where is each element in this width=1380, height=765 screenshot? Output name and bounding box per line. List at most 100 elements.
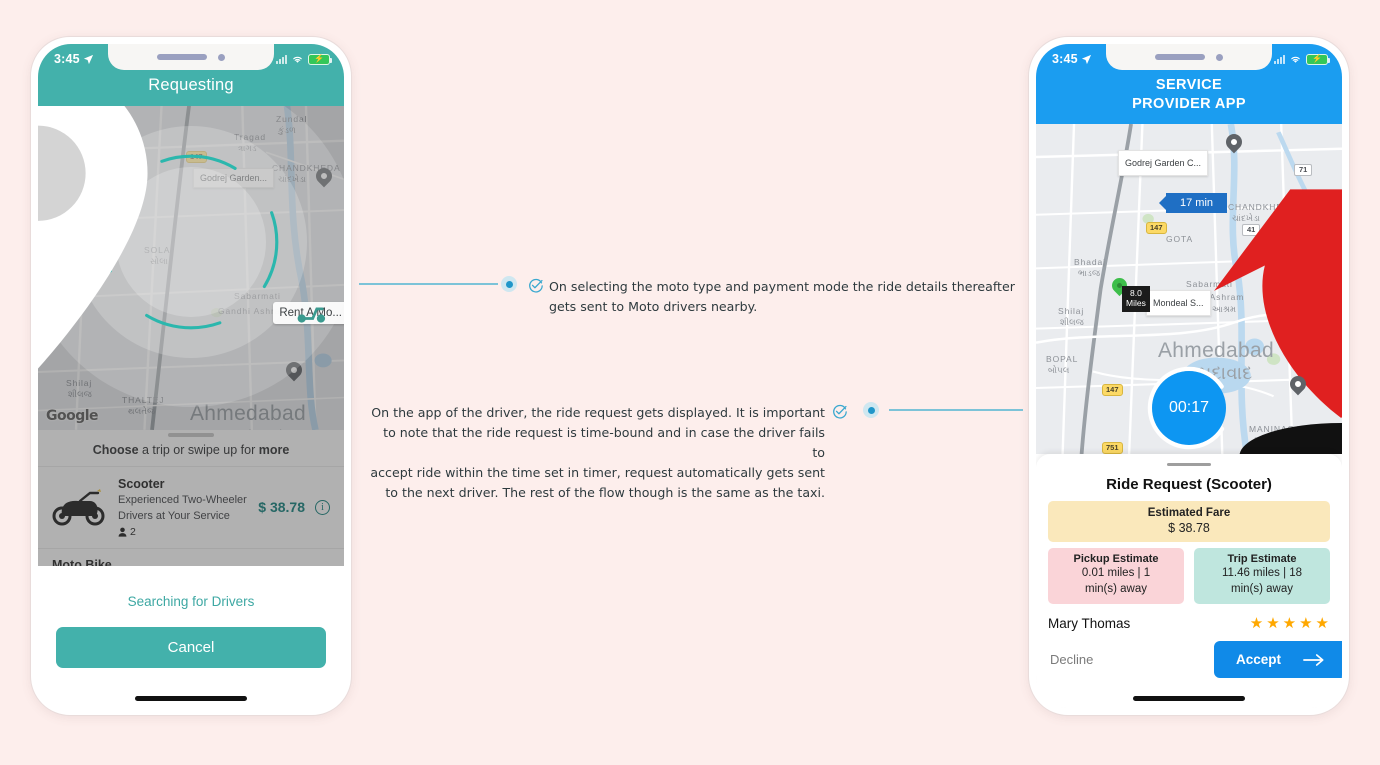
scooter-icon [297, 307, 326, 323]
home-indicator[interactable] [135, 696, 247, 701]
status-bar-left: 3:45 [54, 52, 94, 66]
trip-estimate-label: Trip Estimate [1227, 553, 1297, 566]
ride-option-sub-1: Experienced Two-Wheeler [118, 493, 247, 506]
location-arrow-icon [1081, 54, 1091, 64]
star-icon: ★ [1249, 615, 1265, 632]
star-icon: ★ [1315, 615, 1330, 632]
pickup-estimate-label: Pickup Estimate [1073, 553, 1159, 566]
ride-request-card: Ride Request (Scooter) Estimated Fare $ … [1036, 454, 1342, 708]
star-icon: ★ [1299, 615, 1314, 632]
cellular-signal-icon [276, 54, 287, 64]
app-bar-line-1: SERVICE [1155, 77, 1223, 93]
road-shield: 147 [1146, 222, 1167, 234]
eta-badge: 17 min [1166, 193, 1228, 214]
driver-app-screen: 3:45 ⚡ SERVICE PROVIDER APP CHANDKHEDA B… [1036, 44, 1342, 708]
check-circle-icon [833, 404, 847, 419]
info-icon[interactable]: i [315, 499, 330, 515]
choose-mid: a trip or swipe up for [138, 442, 259, 457]
ride-option-info: Scooter Experienced Two-Wheeler Drivers … [118, 477, 248, 538]
estimated-fare-label: Estimated Fare [1147, 507, 1231, 520]
countdown-value: 00:17 [1152, 371, 1226, 446]
star-icon: ★ [1282, 615, 1298, 632]
battery-charging-icon: ⚡ [308, 53, 332, 65]
front-camera [218, 53, 225, 61]
status-time: 3:45 [54, 52, 80, 66]
ride-option-capacity: 2 [118, 526, 248, 538]
rider-footer: Searching for Drivers Cancel [38, 566, 344, 708]
annotation-1-connector-line [359, 283, 498, 285]
annotation-2-line-1: On the app of the driver, the ride reque… [371, 405, 825, 420]
scooter-illustration [52, 489, 105, 526]
action-row: Decline Accept [1036, 632, 1342, 678]
location-pin-marker [38, 106, 148, 369]
estimated-fare-box: Estimated Fare $ 38.78 [1048, 501, 1330, 543]
rider-map[interactable]: Zundal Tragad CHANDKHEDA Bhadaj SOLA THA… [38, 106, 344, 430]
trip-estimate-value-1: 11.46 miles | 18 [1221, 567, 1303, 580]
annotation-1-dot [501, 276, 517, 292]
screenshot-canvas: 3:45 ⚡ Requesting Zundal Tragad CHANDKHE… [0, 0, 1380, 765]
left-app-bar: Requesting [38, 74, 344, 106]
location-arrow-icon [83, 54, 93, 64]
annotation-1-line-1: On selecting the moto type and payment m… [549, 279, 1015, 294]
annotation-2-dot [863, 402, 879, 418]
drag-handle[interactable] [168, 432, 214, 437]
rider-app-screen: 3:45 ⚡ Requesting Zundal Tragad CHANDKHE… [38, 44, 344, 708]
ride-option-price: $ 38.78 [258, 499, 305, 516]
check-circle-icon [529, 278, 543, 293]
ride-option-next-partial[interactable]: Moto Bike [38, 548, 344, 566]
accept-button[interactable]: Accept [1214, 641, 1342, 678]
right-app-bar: SERVICE PROVIDER APP [1036, 74, 1342, 125]
front-camera [1216, 53, 1223, 61]
status-bar-right: ⚡ [1274, 53, 1330, 65]
countdown-timer: 00:17 [1147, 366, 1231, 450]
annotation-2-line-2: to note that the ride request is time-bo… [383, 424, 825, 460]
trip-estimate-box: Trip Estimate 11.46 miles | 18 min(s) aw… [1194, 548, 1330, 604]
trip-estimate-value-2: min(s) away [1231, 583, 1293, 596]
rider-app-phone-mockup: 3:45 ⚡ Requesting Zundal Tragad CHANDKHE… [30, 36, 352, 716]
pickup-estimate-box: Pickup Estimate 0.01 miles | 1 min(s) aw… [1048, 548, 1184, 604]
driver-name: Mary Thomas [1048, 615, 1131, 631]
searching-status: Searching for Drivers [127, 594, 255, 609]
distance-badge: 8.0 Miles [1122, 286, 1150, 312]
road-shield: 147 [1102, 384, 1123, 396]
app-bar-line-2: PROVIDER APP [1132, 95, 1246, 112]
driver-map[interactable]: CHANDKHEDA Bhadaj GOTA Sabarmati Gandhi … [1036, 124, 1342, 455]
status-time: 3:45 [1052, 52, 1078, 66]
choose-trip-row: Choose a trip or swipe up for more [38, 429, 344, 466]
battery-charging-icon: ⚡ [1306, 53, 1330, 65]
annotation-1-line-2: gets sent to Moto drivers nearby. [549, 298, 758, 314]
ride-option-title: Scooter [118, 476, 165, 491]
pickup-estimate-value-2: min(s) away [1085, 583, 1147, 596]
ride-request-title: Ride Request (Scooter) [1106, 476, 1272, 494]
pickup-estimate-value-1: 0.01 miles | 1 [1081, 567, 1151, 580]
annotation-2-text: On the app of the driver, the ride reque… [370, 403, 825, 502]
phone-notch [108, 44, 274, 70]
phone-notch [1106, 44, 1272, 70]
star-icon: ★ [1266, 615, 1281, 632]
choose-suffix: more [258, 442, 290, 457]
distance-unit: Miles [1126, 297, 1146, 308]
road-shield: 751 [1102, 442, 1123, 454]
cancel-button[interactable]: Cancel [56, 627, 326, 668]
earpiece-speaker [1155, 54, 1205, 60]
earpiece-speaker [157, 54, 207, 60]
annotation-2-line-4: to the next driver. The rest of the flow… [385, 484, 825, 500]
decline-button[interactable]: Decline [1050, 652, 1093, 667]
annotation-1-text: On selecting the moto type and payment m… [549, 277, 1019, 317]
annotation-2-connector-line [889, 409, 1023, 411]
capacity-count: 2 [130, 526, 136, 538]
home-indicator[interactable] [1133, 696, 1245, 701]
status-bar-left: 3:45 [1052, 52, 1092, 66]
accept-label: Accept [1236, 652, 1282, 667]
rent-a-moto-chip[interactable]: Rent A Mo... [273, 302, 344, 324]
estimates-row: Pickup Estimate 0.01 miles | 1 min(s) aw… [1048, 548, 1330, 604]
ride-options-sheet: Choose a trip or swipe up for more Scoot… [38, 429, 344, 566]
rating-stars: ★ ★ ★ ★ ★ [1250, 614, 1330, 632]
ride-option-scooter[interactable]: Scooter Experienced Two-Wheeler Drivers … [38, 465, 344, 548]
estimated-fare-value: $ 38.78 [1168, 521, 1210, 536]
ride-option-sub-2: Drivers at Your Service [118, 509, 230, 522]
person-icon [118, 527, 127, 537]
status-bar-right: ⚡ [276, 53, 332, 65]
cellular-signal-icon [1274, 54, 1285, 64]
next-ride-title: Moto Bike [52, 558, 112, 566]
